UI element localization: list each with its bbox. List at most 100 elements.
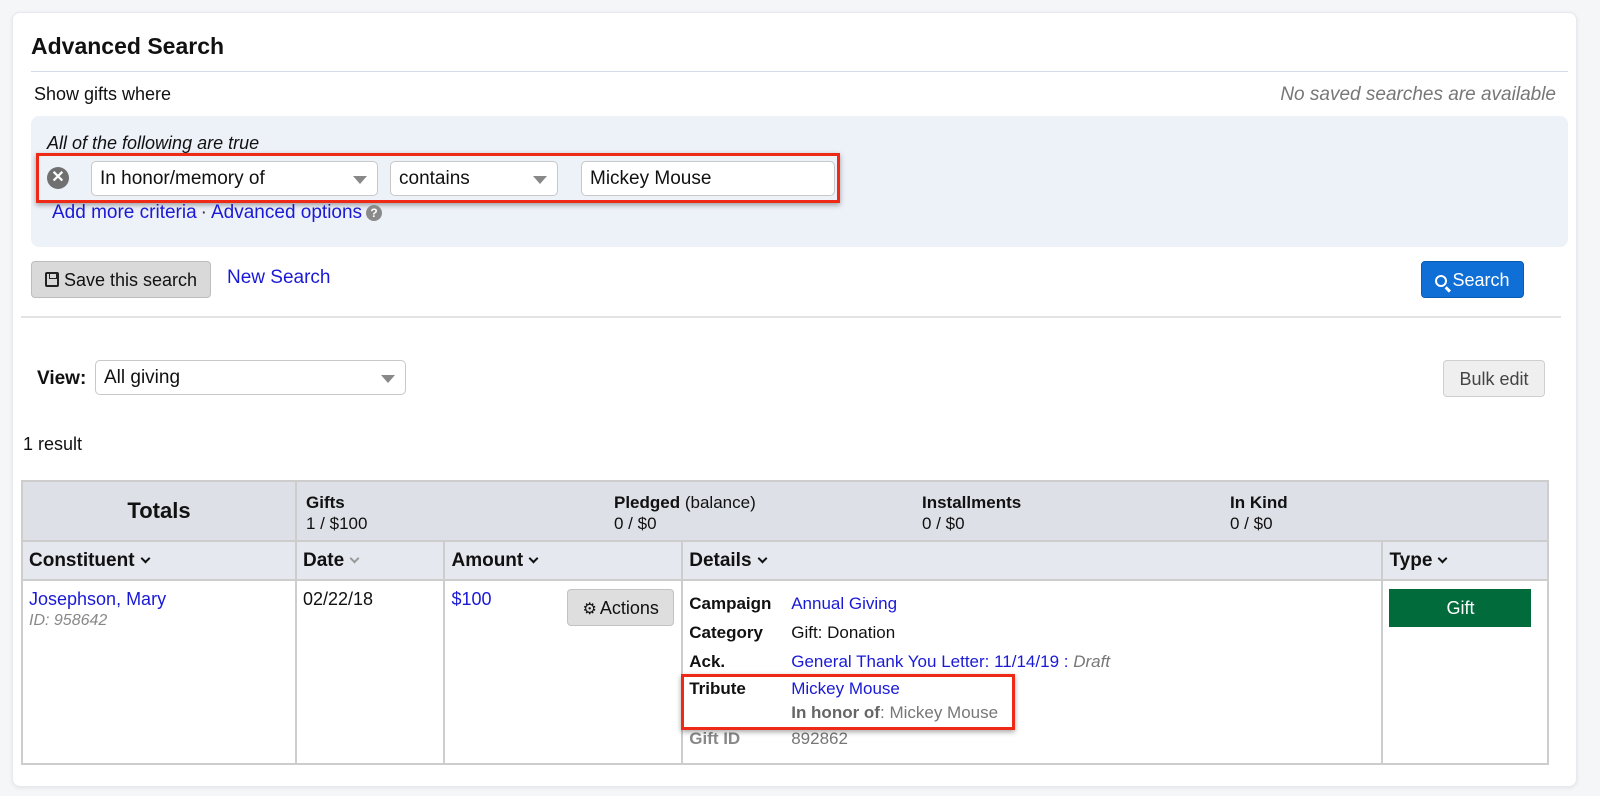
details-cell: Campaign Annual Giving Category Gift: Do… bbox=[681, 579, 1384, 765]
sort-chevron-icon bbox=[1437, 553, 1448, 564]
gift-id-value: 892862 bbox=[791, 729, 848, 748]
detail-label: Tribute bbox=[689, 679, 746, 698]
search-icon bbox=[1435, 275, 1448, 287]
column-header-type[interactable]: Type bbox=[1381, 540, 1549, 581]
sort-chevron-icon bbox=[528, 553, 539, 564]
gear-icon: ⚙ bbox=[582, 601, 597, 618]
column-header-label: Constituent bbox=[29, 550, 135, 571]
remove-criteria-icon[interactable]: ✕ bbox=[47, 167, 69, 189]
result-count: 1 result bbox=[23, 434, 83, 454]
tribute-honoree: Mickey Mouse bbox=[889, 703, 999, 722]
totals-gifts-title: Gifts bbox=[306, 493, 345, 512]
table-row: Josephson, Mary ID: 958642 02/22/18 $100… bbox=[21, 579, 1549, 765]
detail-label: Campaign bbox=[689, 594, 772, 613]
ack-separator: : bbox=[1059, 652, 1074, 671]
totals-gifts-value: 1 / $100 bbox=[306, 514, 368, 533]
link-separator: · bbox=[200, 202, 207, 223]
column-header-row: Constituent Date Amount Details Type bbox=[21, 540, 1549, 581]
save-search-button[interactable]: Save this search bbox=[31, 261, 211, 298]
column-header-label: Amount bbox=[451, 550, 524, 571]
caret-down-icon bbox=[381, 375, 395, 383]
ack-status: Draft bbox=[1073, 652, 1111, 671]
criteria-value-input[interactable] bbox=[581, 161, 835, 196]
view-select[interactable]: All giving bbox=[95, 360, 406, 395]
help-icon[interactable]: ? bbox=[366, 205, 383, 221]
view-label: View: bbox=[37, 368, 87, 389]
campaign-link[interactable]: Annual Giving bbox=[791, 589, 897, 618]
detail-campaign: Campaign Annual Giving bbox=[689, 589, 1375, 618]
actions-button[interactable]: ⚙ Actions bbox=[567, 589, 675, 626]
totals-installments: Installments 0 / $0 bbox=[922, 492, 1230, 534]
totals-installments-value: 0 / $0 bbox=[922, 514, 965, 533]
sort-chevron-icon bbox=[140, 553, 150, 564]
section-divider bbox=[21, 316, 1561, 318]
amount-cell: $100 ⚙ Actions bbox=[443, 579, 684, 765]
column-header-amount[interactable]: Amount bbox=[443, 540, 684, 581]
totals-pledged-value: 0 / $0 bbox=[614, 514, 657, 533]
column-header-label: Details bbox=[689, 550, 752, 571]
tribute-type: In honor of: Mickey Mouse bbox=[791, 702, 998, 724]
constituent-link[interactable]: Josephson, Mary bbox=[29, 589, 166, 609]
detail-gift-id: Gift ID 892862 bbox=[689, 724, 1375, 753]
totals-gifts: Gifts 1 / $100 bbox=[306, 492, 614, 534]
constituent-id: ID: 958642 bbox=[29, 612, 108, 629]
totals-installments-title: Installments bbox=[922, 493, 1022, 512]
detail-label: Gift ID bbox=[689, 729, 741, 748]
totals-pledged-sub: (balance) bbox=[684, 493, 756, 512]
view-select-value: All giving bbox=[104, 367, 181, 388]
amount-link[interactable]: $100 bbox=[451, 589, 491, 609]
constituent-cell: Josephson, Mary ID: 958642 bbox=[21, 579, 297, 765]
criteria-links: Add more criteria · Advanced options? bbox=[52, 202, 383, 224]
detail-label: Ack. bbox=[689, 652, 726, 671]
no-saved-searches-text: No saved searches are available bbox=[1280, 84, 1556, 105]
new-search-link[interactable]: New Search bbox=[227, 267, 331, 289]
category-value: Gift: Donation bbox=[791, 623, 896, 642]
column-header-details[interactable]: Details bbox=[681, 540, 1384, 581]
totals-summary: Gifts 1 / $100 Pledged (balance) 0 / $0 … bbox=[295, 480, 1549, 542]
floppy-disk-icon bbox=[44, 272, 59, 287]
advanced-options-link[interactable]: Advanced options bbox=[211, 202, 362, 223]
criteria-operator-select[interactable]: contains bbox=[390, 161, 558, 196]
advanced-search-panel: Advanced Search Show gifts where No save… bbox=[12, 12, 1577, 787]
type-cell: Gift bbox=[1381, 579, 1549, 765]
tribute-type-label: In honor of bbox=[791, 703, 880, 722]
totals-label: Totals bbox=[21, 480, 297, 542]
detail-tribute: Tribute Mickey Mouse In honor of: Mickey… bbox=[681, 674, 1375, 730]
totals-in-kind-value: 0 / $0 bbox=[1230, 514, 1273, 533]
criteria-row-highlight: ✕ In honor/memory of contains bbox=[36, 153, 840, 203]
add-more-criteria-link[interactable]: Add more criteria bbox=[52, 202, 197, 223]
type-badge: Gift bbox=[1389, 589, 1532, 627]
detail-ack: Ack. General Thank You Letter: 11/14/19 … bbox=[689, 647, 1375, 676]
totals-row: Totals Gifts 1 / $100 Pledged (balance) … bbox=[21, 480, 1549, 542]
criteria-box: All of the following are true ✕ In honor… bbox=[31, 116, 1568, 247]
ack-link[interactable]: General Thank You Letter: 11/14/19 bbox=[791, 652, 1059, 671]
column-header-label: Type bbox=[1389, 550, 1433, 571]
date-cell: 02/22/18 bbox=[294, 579, 446, 765]
page-title: Advanced Search bbox=[31, 33, 225, 59]
tribute-link[interactable]: Mickey Mouse bbox=[791, 679, 900, 698]
totals-in-kind: In Kind 0 / $0 bbox=[1230, 492, 1538, 534]
detail-label: Category bbox=[689, 623, 763, 642]
criteria-field-select[interactable]: In honor/memory of bbox=[91, 161, 378, 196]
show-gifts-where-label: Show gifts where bbox=[34, 84, 172, 104]
column-header-constituent[interactable]: Constituent bbox=[21, 540, 297, 581]
totals-in-kind-title: In Kind bbox=[1230, 493, 1288, 512]
caret-down-icon bbox=[533, 176, 547, 184]
search-button-label: Search bbox=[1452, 270, 1510, 290]
bulk-edit-button[interactable]: Bulk edit bbox=[1443, 360, 1545, 397]
save-search-label: Save this search bbox=[63, 270, 198, 290]
results-table: Totals Gifts 1 / $100 Pledged (balance) … bbox=[21, 480, 1549, 765]
totals-pledged-title: Pledged bbox=[614, 493, 681, 512]
totals-pledged: Pledged (balance) 0 / $0 bbox=[614, 492, 922, 534]
detail-category: Category Gift: Donation bbox=[689, 618, 1375, 647]
criteria-field-value: In honor/memory of bbox=[100, 168, 265, 189]
column-header-label: Date bbox=[303, 550, 345, 571]
caret-down-icon bbox=[353, 176, 367, 184]
title-divider bbox=[31, 71, 1568, 72]
column-header-date[interactable]: Date bbox=[294, 540, 446, 581]
actions-label: Actions bbox=[599, 598, 659, 618]
criteria-group-label: All of the following are true bbox=[47, 133, 260, 153]
sort-chevron-icon bbox=[349, 553, 360, 564]
sort-chevron-icon bbox=[757, 553, 767, 564]
search-button[interactable]: Search bbox=[1421, 261, 1524, 298]
